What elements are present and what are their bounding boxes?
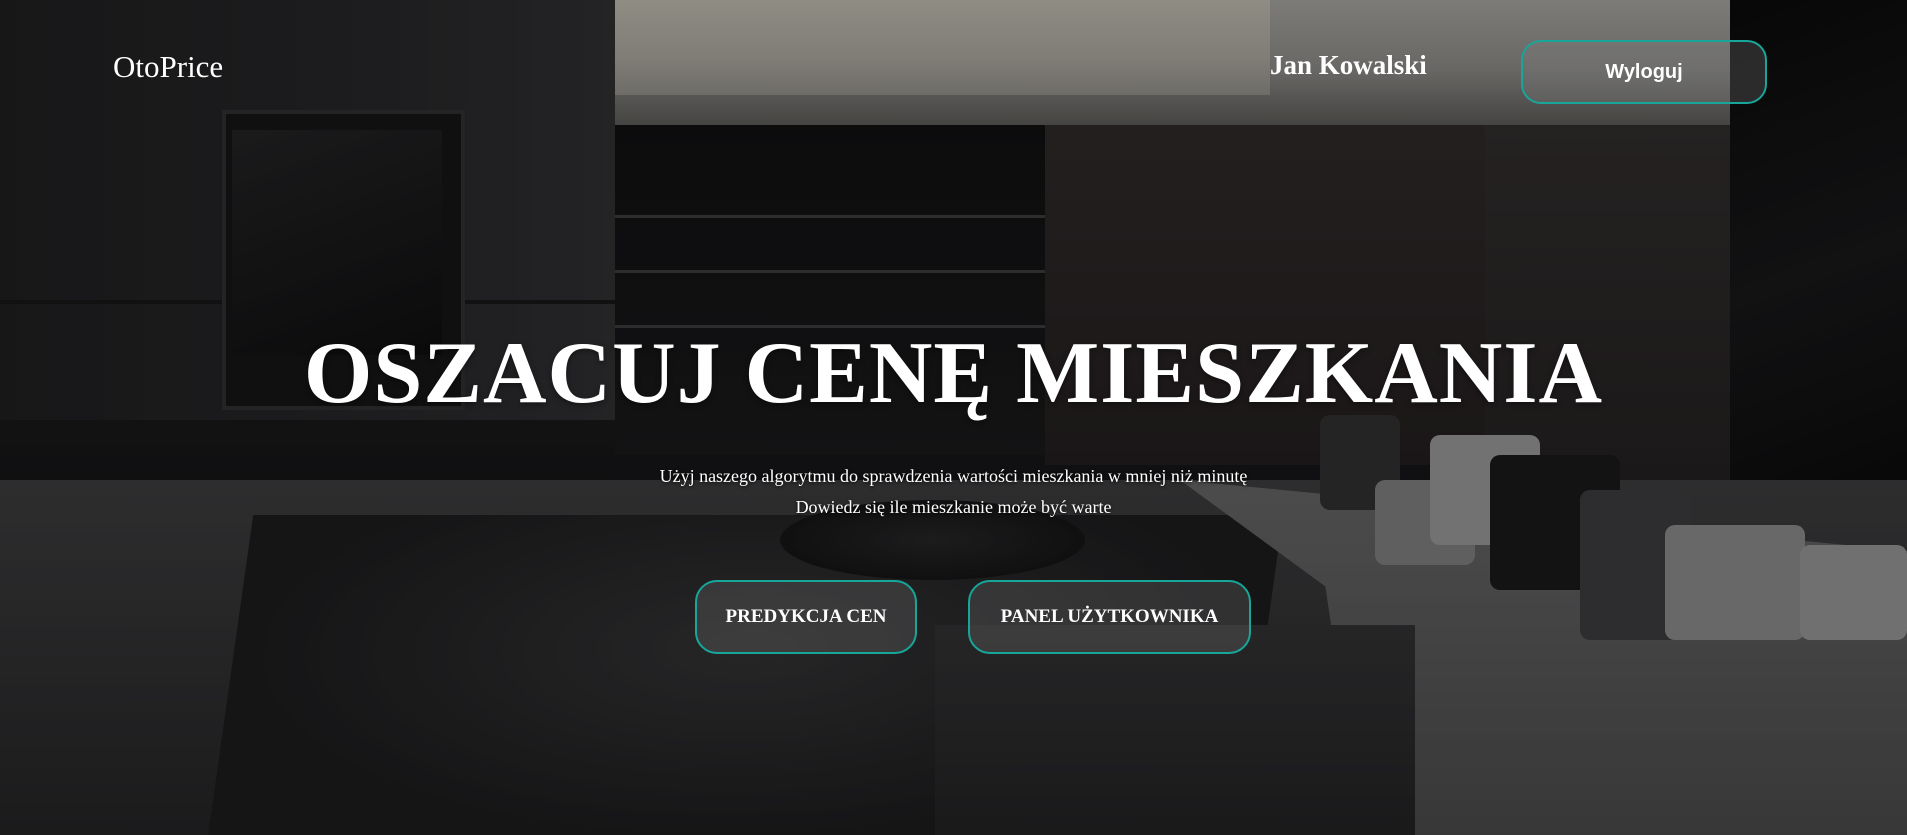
navbar: OtoPrice Jan Kowalski Wyloguj [0,0,1907,110]
hero-title: OSZACUJ CENĘ MIESZKANIA [303,325,1604,422]
logout-button[interactable]: Wyloguj [1521,40,1767,104]
brand-logo-link[interactable]: OtoPrice [113,51,223,82]
hero-section: OSZACUJ CENĘ MIESZKANIA Użyj naszego alg… [0,325,1907,518]
hero-subtitle-2: Dowiedz się ile mieszkanie może być wart… [795,497,1112,517]
price-prediction-button[interactable]: PREDYKCJA CEN [695,580,917,654]
user-name: Jan Kowalski [1270,50,1427,80]
user-panel-button[interactable]: PANEL UŻYTKOWNIKA [968,580,1251,654]
hero-subtitle-1: Użyj naszego algorytmu do sprawdzenia wa… [659,466,1248,486]
